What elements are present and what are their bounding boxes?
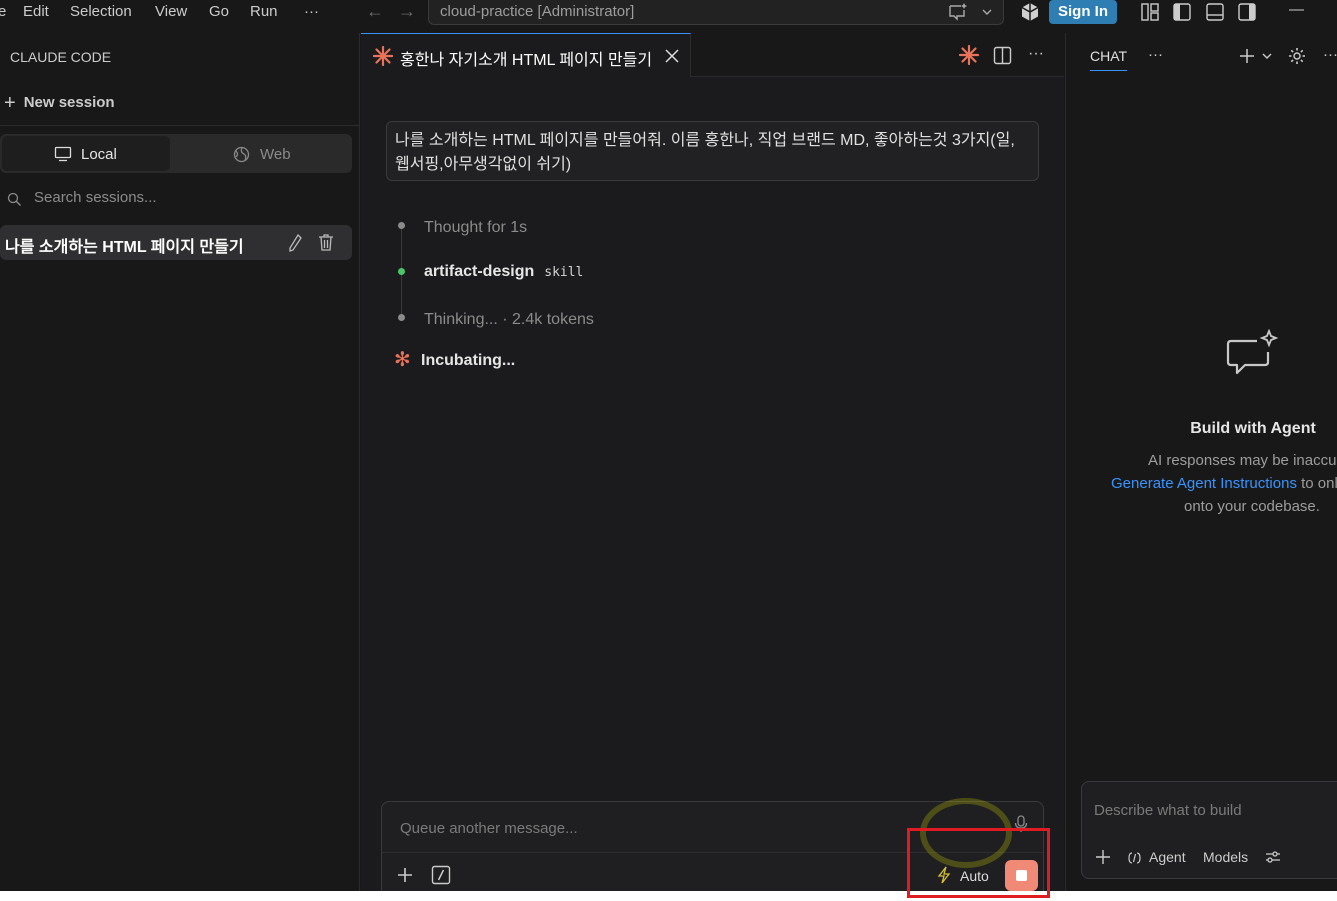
plus-icon: + [4, 92, 16, 114]
timeline-dot-active [398, 268, 405, 275]
menu-run[interactable]: Run [250, 3, 278, 20]
skill-tag: skill [544, 265, 584, 280]
slash-command-icon[interactable] [431, 865, 451, 885]
search-icon [7, 192, 21, 206]
gear-icon[interactable] [1287, 46, 1307, 66]
chevron-down-icon[interactable] [1261, 51, 1273, 61]
agent-icon [1128, 852, 1141, 864]
chat-overflow-icon[interactable]: ··· [1323, 46, 1337, 63]
split-editor-icon[interactable] [993, 46, 1012, 65]
mode-tab-web-label: Web [260, 146, 291, 163]
tab-chat[interactable]: CHAT [1090, 48, 1128, 71]
tab-title: 홍한나 자기소개 HTML 페이지 만들기 [400, 52, 653, 69]
codebase-line: onto your codebase. [1184, 498, 1320, 515]
agent-selector[interactable]: Agent [1149, 849, 1186, 865]
claude-logo-icon[interactable] [959, 45, 979, 65]
plus-icon[interactable] [396, 866, 414, 884]
new-session-button[interactable]: + New session [4, 92, 115, 115]
forward-arrow-icon[interactable]: → [398, 1, 416, 22]
timeline-thinking: Thinking... · 2.4k tokens [424, 311, 594, 328]
timeline-thought: Thought for 1s [424, 219, 528, 236]
instructions-line: Generate Agent Instructions to onl [1111, 475, 1337, 492]
menu-view[interactable]: View [155, 3, 187, 20]
session-item-label: 나를 소개하는 HTML 페이지 만들기 [5, 239, 244, 256]
generate-instructions-link[interactable]: Generate Agent Instructions [1111, 475, 1297, 492]
more-actions-icon[interactable]: ··· [1028, 45, 1044, 63]
toggle-panel-icon[interactable] [1204, 1, 1226, 23]
chat-sparkle-icon [1226, 329, 1279, 375]
pencil-icon[interactable] [287, 233, 303, 253]
session-item[interactable]: 나를 소개하는 HTML 페이지 만들기 [0, 225, 352, 260]
sign-in-button[interactable]: Sign In [1049, 0, 1117, 24]
globe-icon [233, 146, 250, 163]
vscode-window: e Edit Selection View Go Run ··· ← → clo… [0, 0, 1337, 891]
tab-session[interactable]: 홍한나 자기소개 HTML 페이지 만들기 [361, 33, 691, 77]
models-selector[interactable]: Models [1203, 849, 1248, 865]
sliders-icon[interactable] [1265, 850, 1281, 864]
title-bar: e Edit Selection View Go Run ··· ← → clo… [0, 0, 1337, 25]
status-text: Incubating... [421, 352, 516, 369]
menu-go[interactable]: Go [209, 3, 229, 20]
describe-input[interactable] [1094, 802, 1334, 819]
mode-tab-local-label: Local [81, 146, 117, 163]
user-message: 나를 소개하는 HTML 페이지를 만들어줘. 이름 홍한나, 직업 브랜드 M… [386, 121, 1039, 181]
close-icon[interactable] [664, 48, 680, 64]
chevron-down-icon[interactable] [981, 6, 993, 18]
command-center[interactable]: cloud-practice [Administrator] [428, 0, 1004, 25]
menu-edit[interactable]: Edit [23, 3, 49, 20]
command-center-label: cloud-practice [Administrator] [440, 3, 635, 20]
sidebar-title: CLAUDE CODE [10, 49, 112, 65]
timeline-skill: artifact-design skill [424, 263, 583, 281]
plus-icon[interactable] [1095, 849, 1111, 865]
new-chat-plus-icon[interactable] [1238, 47, 1256, 65]
monitor-icon [54, 146, 72, 162]
copilot-cube-icon[interactable] [1019, 1, 1041, 23]
menu-file[interactable]: e [0, 3, 6, 20]
build-with-agent-title: Build with Agent [1190, 420, 1316, 437]
claude-code-sidebar: CLAUDE CODE + New session Local Web Sear… [0, 33, 360, 891]
tab-bar: 홍한나 자기소개 HTML 페이지 만들기 ··· [361, 33, 1064, 77]
mode-tab-web[interactable]: Web [172, 136, 350, 171]
menu-more[interactable]: ··· [304, 3, 319, 20]
editor-area: 홍한나 자기소개 HTML 페이지 만들기 ··· 나를 소개하는 HTML 페… [361, 33, 1064, 891]
spinner-asterisk-icon: ✻ [394, 349, 411, 371]
ai-disclaimer: AI responses may be inaccura [1148, 452, 1337, 469]
toggle-secondary-sidebar-icon[interactable] [1236, 1, 1258, 23]
menu-selection[interactable]: Selection [70, 3, 132, 20]
chat-panel: CHAT ··· ··· Build with Agent AI respons… [1065, 33, 1337, 891]
back-arrow-icon[interactable]: ← [366, 1, 384, 22]
search-sessions-input[interactable] [34, 189, 334, 206]
chat-more-icon[interactable]: ··· [1148, 46, 1163, 63]
instructions-suffix: to onl [1296, 475, 1337, 492]
toggle-primary-sidebar-icon[interactable] [1171, 1, 1193, 23]
mode-toggle: Local Web [0, 134, 352, 173]
message-input[interactable] [400, 820, 960, 837]
chat-composer: Agent Models [1081, 781, 1337, 879]
chat-sparkle-icon[interactable] [947, 2, 969, 22]
new-session-label: New session [23, 94, 115, 111]
minimize-button[interactable]: — [1289, 1, 1304, 18]
mode-tab-local[interactable]: Local [2, 136, 170, 171]
timeline-dot [398, 222, 405, 229]
timeline-dot [398, 314, 405, 321]
customize-layout-icon[interactable] [1139, 1, 1161, 23]
skill-name: artifact-design [424, 263, 535, 280]
divider [0, 125, 360, 126]
annotation-highlight-box [907, 828, 1050, 898]
trash-icon[interactable] [316, 232, 336, 253]
claude-logo-icon [373, 46, 393, 66]
